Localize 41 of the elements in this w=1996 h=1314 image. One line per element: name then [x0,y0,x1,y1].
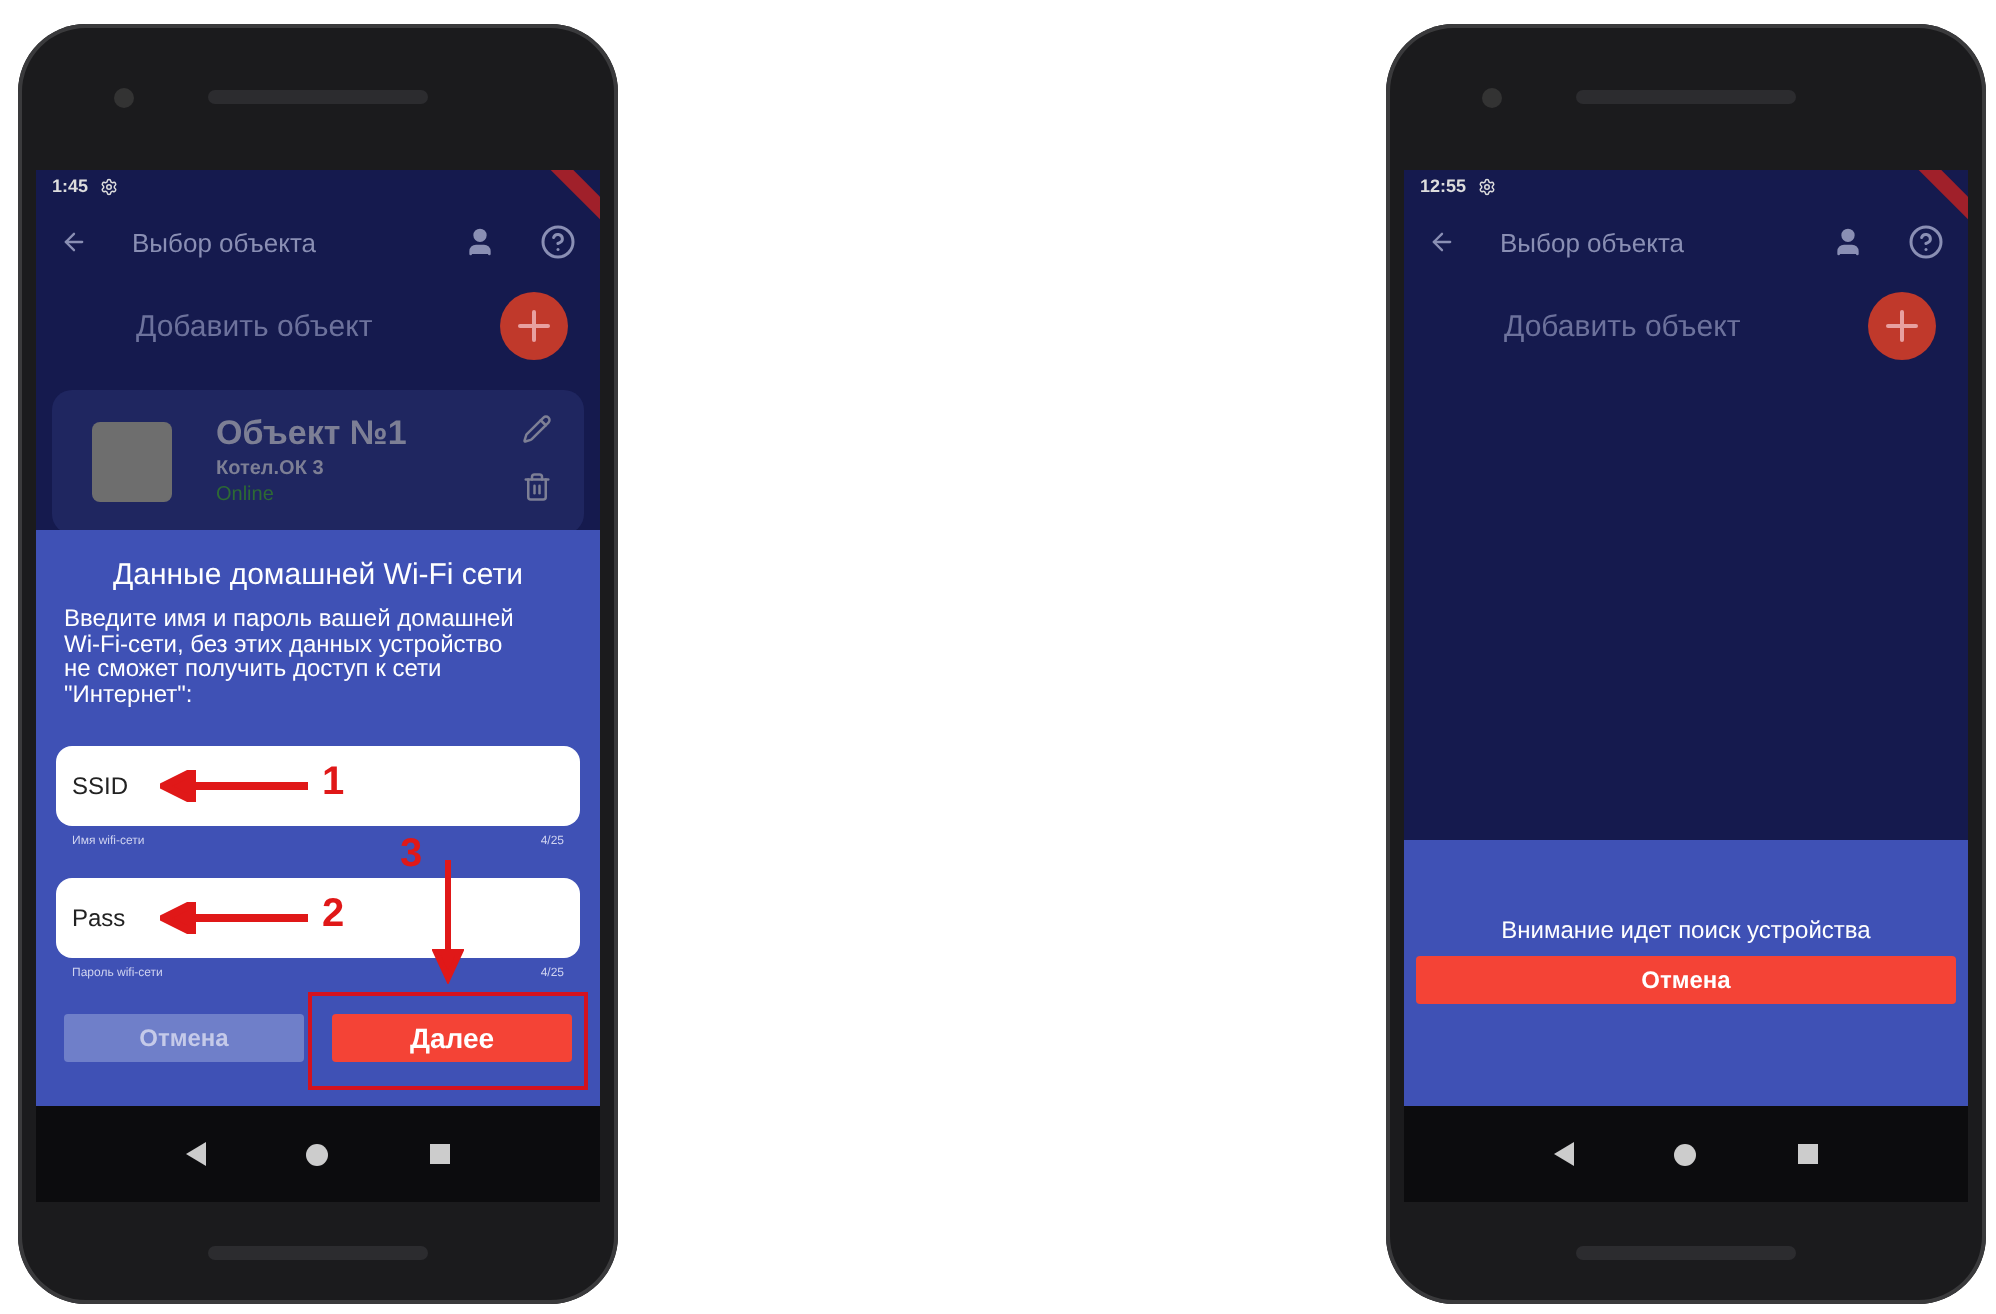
cancel-button[interactable]: Отмена [64,1014,304,1062]
add-button[interactable] [1868,292,1936,360]
recents-icon[interactable] [1797,1144,1818,1164]
annotation-number: 2 [322,892,345,938]
recents-icon[interactable] [429,1144,450,1164]
annotation-number: 1 [322,760,345,806]
dialog-title: Данные домашней Wi-Fi сети [110,558,526,594]
object-model: Котел.ОК 3 [216,458,326,480]
search-message: Внимание идет поиск устройства [1499,916,1873,944]
add-object-label: Добавить объект [1504,309,1741,343]
person-icon[interactable] [464,226,496,258]
camera-icon [1482,88,1502,108]
delete-icon[interactable] [522,472,552,502]
settings-icon [1478,177,1497,195]
object-status: Online [216,484,276,506]
back-icon[interactable] [186,1142,207,1166]
back-icon[interactable] [60,228,88,256]
status-time: 1:45 [52,176,89,196]
edit-icon[interactable] [522,414,552,444]
home-icon[interactable] [1674,1143,1697,1165]
camera-icon [114,88,134,108]
person-icon[interactable] [1832,226,1864,258]
help-icon[interactable] [540,224,576,260]
settings-icon [100,177,119,195]
help-icon[interactable] [1908,224,1944,260]
screen-title: Выбор объекта [132,227,319,257]
screen-title: Выбор объекта [1500,227,1687,257]
object-card[interactable]: Объект №1 Котел.ОК 3 Online [52,390,584,534]
add-button[interactable] [500,292,568,360]
home-icon[interactable] [306,1143,329,1165]
cancel-button[interactable]: Отмена [1416,956,1956,1004]
device-thumbnail [92,422,172,502]
dialog-text: Введите имя и пароль вашей домашней Wi-Fi-сети, без этих данных устройство не сможет получить доступ к сети "Интернет": [62,606,516,706]
object-name: Объект №1 [216,414,409,454]
status-time: 12:55 [1420,176,1467,196]
add-object-label: Добавить объект [136,309,373,343]
annotation-arrow [432,860,464,984]
annotation-number: 3 [400,832,423,878]
next-button[interactable]: Далее [332,1014,572,1062]
back-icon[interactable] [1428,228,1456,256]
back-icon[interactable] [1554,1142,1575,1166]
